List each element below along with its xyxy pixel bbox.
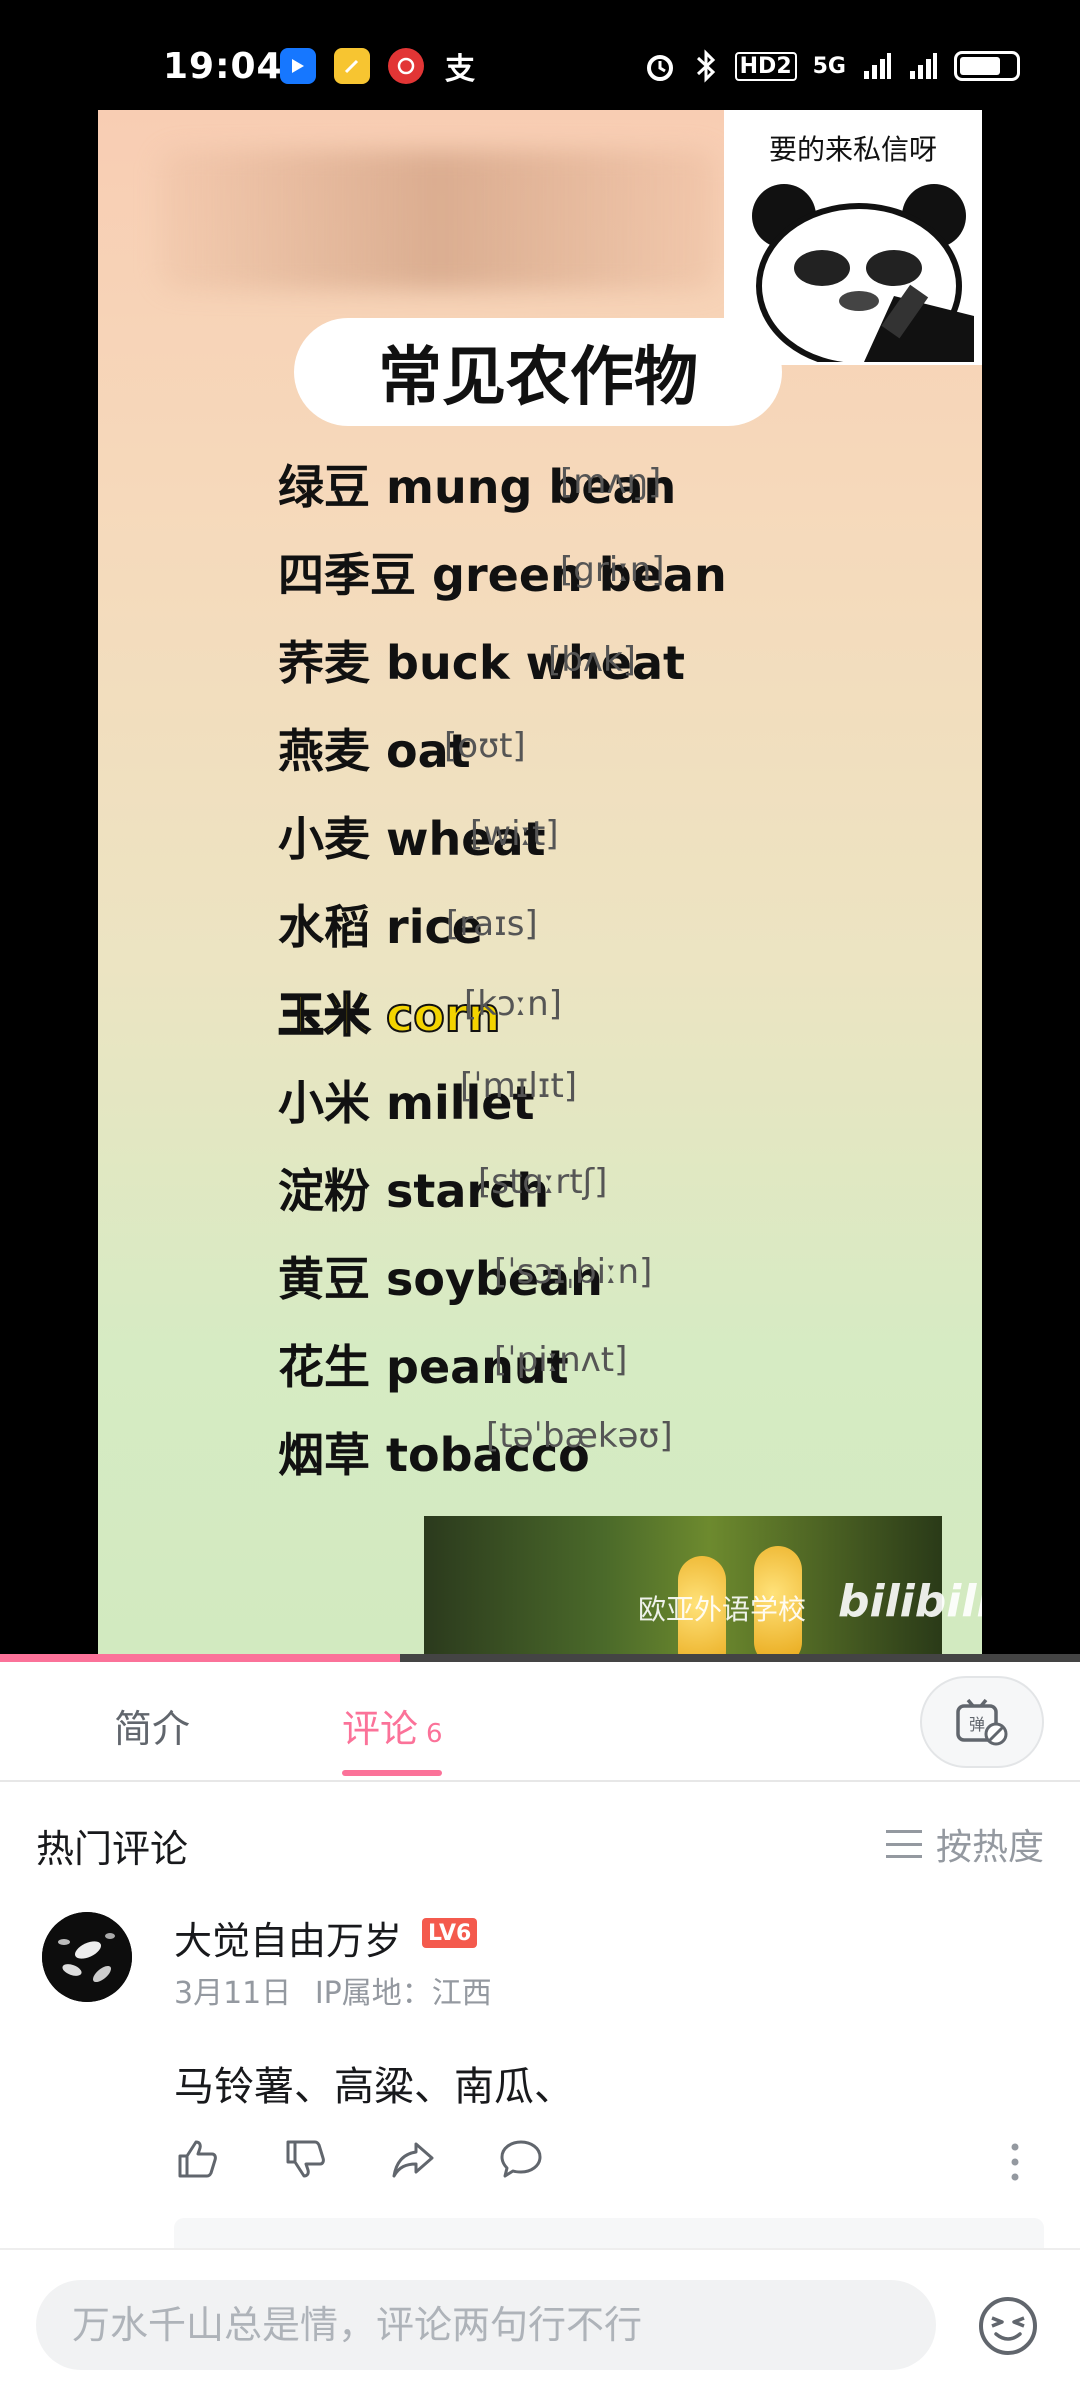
battery-icon: [954, 51, 1020, 81]
vocab-word: 燕麦 oat: [278, 724, 471, 778]
avatar-image: [42, 1912, 132, 2002]
school-watermark: 欧亚外语学校: [638, 1593, 807, 1626]
alarm-icon: [646, 55, 673, 81]
dislike-icon[interactable]: [282, 2136, 328, 2182]
video-progress-fill: [0, 1654, 400, 1662]
vocab-phonetic: [mʌŋ]: [560, 462, 662, 502]
vocab-phonetic: [stɑːrtʃ]: [478, 1162, 608, 1202]
blurred-header: [158, 150, 718, 290]
comment-body: 马铃薯、高粱、南瓜、: [174, 2064, 574, 2110]
signal-icon: [864, 53, 891, 79]
comment-input[interactable]: [36, 2280, 936, 2370]
user-level-badge: LV6: [422, 1918, 478, 1948]
tab-comments[interactable]: 评论 6: [342, 1698, 443, 1753]
vocab-phonetic: [bʌk]: [548, 640, 636, 680]
reply-icon[interactable]: [498, 2136, 544, 2182]
hd-voice-label: HD2: [734, 51, 797, 81]
meme-caption: 要的来私信呀: [768, 133, 937, 166]
vocab-phonetic: [griːn]: [560, 550, 665, 590]
vocab-phonetic: [oʊt]: [444, 726, 526, 766]
vocab-phonetic: [təˈbækəʊ]: [486, 1416, 673, 1456]
emoji-icon[interactable]: [976, 2294, 1040, 2358]
vocab-phonetic: [kɔːn]: [464, 984, 562, 1024]
video-title: 常见农作物: [294, 318, 782, 426]
share-icon[interactable]: [390, 2136, 436, 2182]
hot-comments-title: 热门评论: [36, 1827, 189, 1871]
comment-ip-location: IP属地：江西: [314, 1976, 492, 2011]
alipay-icon: 支: [445, 52, 475, 87]
tab-comments-label: 评论: [342, 1707, 419, 1751]
system-status-icons: HD2 5G: [643, 48, 1020, 84]
avatar[interactable]: [42, 1912, 132, 2002]
comment-meta: 3月11日 IP属地：江西: [174, 1968, 492, 2012]
video-frame[interactable]: 要的来私信呀 常见农作物 绿豆 mung bean [mʌŋ] 四季豆 gree…: [98, 110, 982, 1662]
sort-by-heat-button[interactable]: 按热度: [885, 1818, 1044, 1870]
comment-input-bar: [0, 2248, 1080, 2400]
notes-app-icon: [334, 48, 370, 84]
vocab-phonetic: [ˈsɔɪˌbiːn]: [494, 1252, 653, 1292]
comment-actions: [174, 2136, 544, 2182]
vocab-phonetic: [raɪs]: [446, 904, 538, 944]
signal-icon-2: [910, 53, 937, 79]
replies-preview-box[interactable]: [174, 2218, 1044, 2248]
network-5g-label: 5G: [812, 53, 846, 79]
vocab-phonetic: [wiːt]: [470, 814, 559, 854]
bilibili-logo: bilibili: [838, 1576, 982, 1627]
panda-meme-sticker: 要的来私信呀: [724, 110, 982, 365]
more-options-icon[interactable]: [1010, 2142, 1020, 2182]
tab-intro[interactable]: 简介: [114, 1698, 190, 1753]
sort-lines-icon: [885, 1830, 922, 1858]
blue-app-icon: [280, 48, 316, 84]
vocab-phonetic: [ˈmɪlɪt]: [460, 1066, 578, 1106]
status-time: 19:04: [163, 46, 283, 87]
vocab-phonetic: [ˈpiːnʌt]: [494, 1340, 628, 1380]
bluetooth-icon: [696, 49, 715, 83]
vocab-row: 燕麦 oat: [278, 716, 471, 780]
detail-tabs: 简介 评论 6 弹: [0, 1662, 1080, 1782]
comment-date: 3月11日: [174, 1976, 292, 2011]
svg-text:弹: 弹: [969, 1715, 985, 1734]
like-icon[interactable]: [174, 2136, 220, 2182]
active-tab-indicator: [342, 1770, 442, 1776]
danmaku-toggle-icon: 弹: [956, 1698, 1008, 1746]
notification-icons: 支: [280, 48, 478, 87]
comment-username[interactable]: 大觉自由万岁: [174, 1910, 402, 1965]
danmaku-toggle-button[interactable]: 弹: [920, 1676, 1044, 1768]
sort-label: 按热度: [935, 1827, 1044, 1868]
tab-comments-count: 6: [426, 1719, 443, 1749]
panda-face-icon: [752, 184, 974, 362]
bank-app-icon: [388, 48, 424, 84]
